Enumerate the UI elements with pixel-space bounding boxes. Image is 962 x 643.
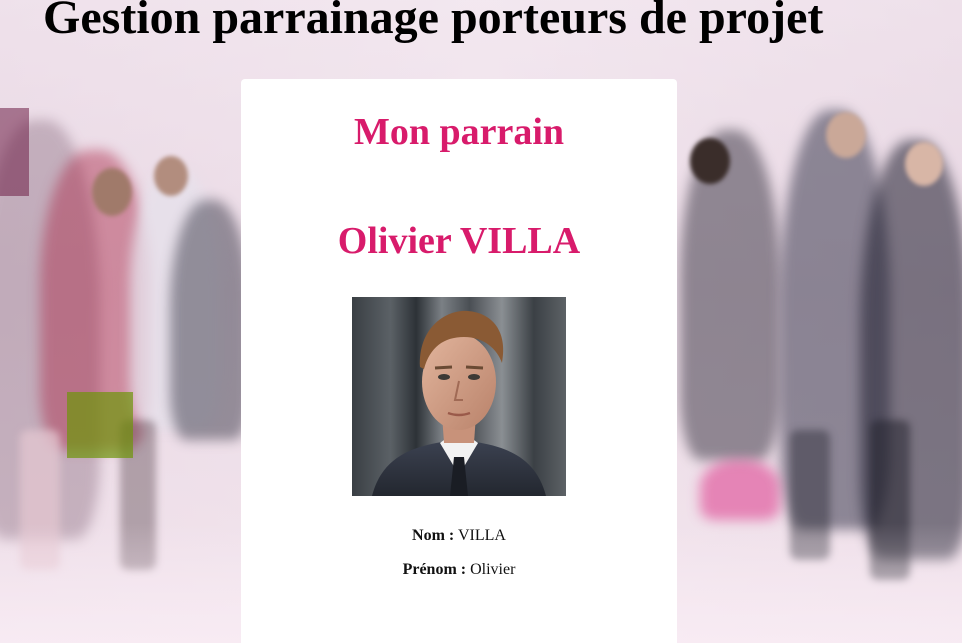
sponsor-name: Olivier VILLA [337,220,581,262]
sponsor-card: Mon parrain Olivier VILLA Nom: VILLA Pr… [241,79,677,643]
nom-label: Nom : [412,527,455,544]
nom-row: Nom : VILLA [241,527,677,545]
nom-value: VILLA [457,527,506,544]
prenom-label: Prénom : [402,561,467,578]
prenom-row: Prénom : Olivier [241,561,677,579]
sponsor-photo [352,297,566,496]
prenom-value: Olivier [470,561,516,578]
card-heading: Mon parrain [353,111,565,153]
page-title: Gestion parrainage porteurs de projet [43,0,824,44]
